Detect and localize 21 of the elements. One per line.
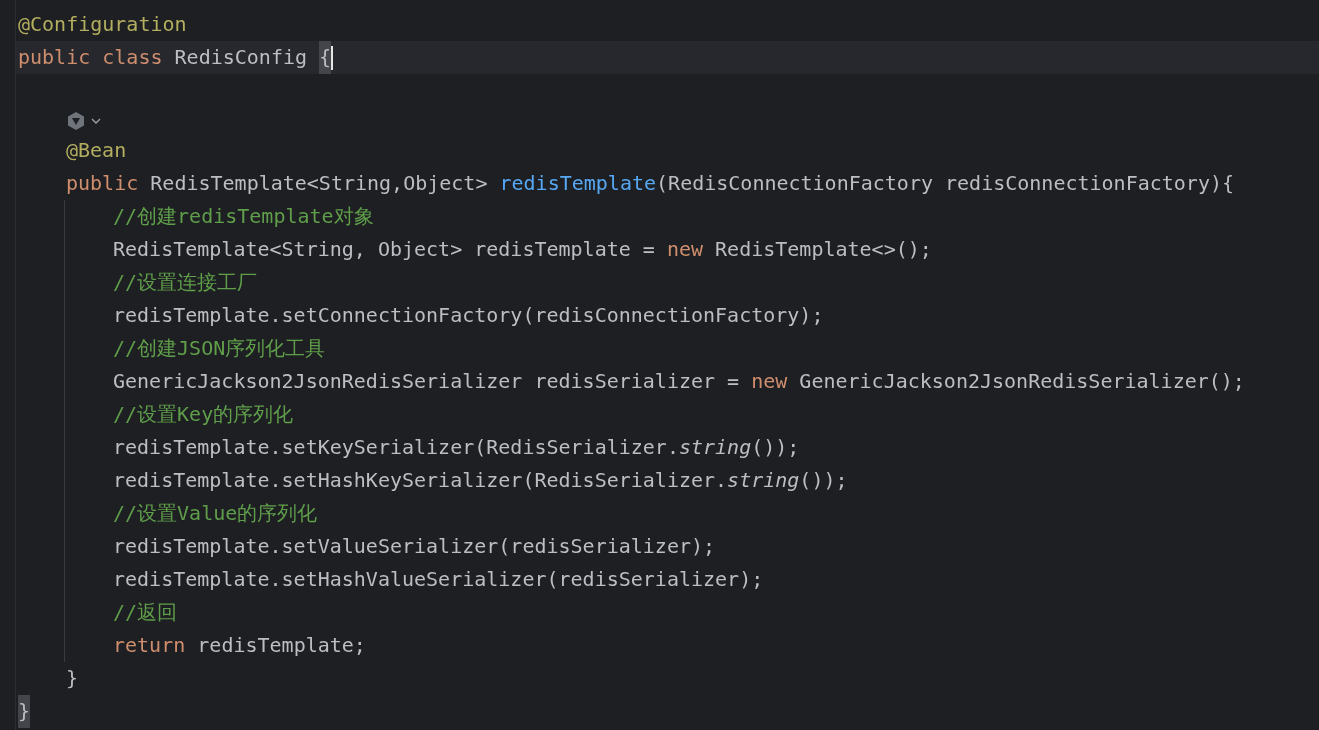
code-line: @Bean: [65, 137, 128, 164]
code-line: GenericJackson2JsonRedisSerializer redisSerializer = new GenericJackson2JsonRedisSerializer();: [112, 368, 1246, 395]
code-line: //设置连接工厂: [112, 269, 259, 296]
code-line: //设置Value的序列化: [112, 500, 319, 527]
code-line: //返回: [112, 599, 179, 626]
code-line: //创建redisTemplate对象: [112, 203, 375, 230]
hexagon-icon[interactable]: [66, 110, 86, 131]
code-line: redisTemplate.setKeySerializer(RedisSerializer.string());: [112, 434, 801, 461]
code-line: public RedisTemplate<String,Object> redisTemplate(RedisConnectionFactory redisConnectionFactory){: [65, 170, 1235, 197]
code-line: }: [65, 665, 80, 692]
code-line: redisTemplate.setHashValueSerializer(redisSerializer);: [112, 566, 765, 593]
code-line: }: [16, 695, 1319, 728]
text-caret: [331, 45, 334, 70]
code-line: redisTemplate.setHashKeySerializer(RedisSerializer.string());: [112, 467, 849, 494]
code-line: redisTemplate.setConnectionFactory(redisConnectionFactory);: [112, 302, 825, 329]
code-line: @Configuration: [17, 11, 188, 38]
code-line: RedisTemplate<String, Object> redisTemplate = new RedisTemplate<>();: [112, 236, 933, 263]
code-line: redisTemplate.setValueSerializer(redisSerializer);: [112, 533, 717, 560]
code-line: //设置Key的序列化: [112, 401, 295, 428]
code-line: return redisTemplate;: [112, 632, 367, 659]
code-line: //创建JSON序列化工具: [112, 335, 327, 362]
